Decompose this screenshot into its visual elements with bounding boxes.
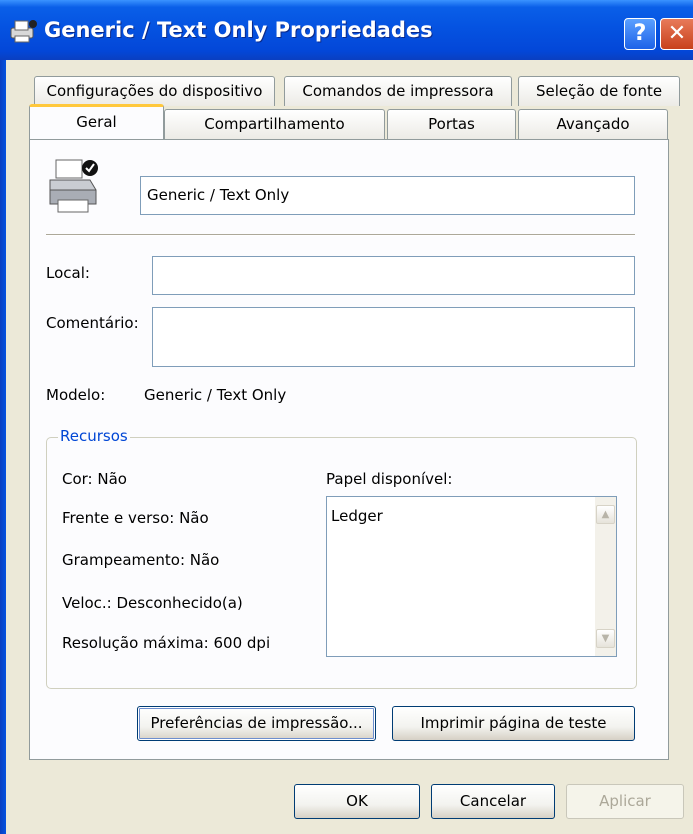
apply-button[interactable]: Aplicar: [566, 784, 684, 819]
separator: [46, 234, 635, 236]
print-test-page-button[interactable]: Imprimir página de teste: [392, 706, 635, 741]
properties-dialog: Generic / Text Only Propriedades ? ✕ Con…: [0, 0, 693, 834]
tab-general[interactable]: Geral: [29, 104, 164, 139]
paper-available-label: Papel disponível:: [326, 470, 453, 488]
tab-sharing[interactable]: Compartilhamento: [164, 109, 385, 139]
printer-icon: [10, 20, 37, 43]
speed-info: Veloc.: Desconhecido(a): [62, 594, 243, 612]
color-info: Cor: Não: [62, 470, 127, 488]
resources-group-title: Recursos: [58, 427, 130, 445]
model-label: Modelo:: [46, 386, 106, 404]
paper-listbox[interactable]: Ledger ▲ ▼: [326, 496, 617, 657]
local-label: Local:: [46, 264, 90, 282]
comment-input[interactable]: [152, 307, 635, 367]
title-bar[interactable]: Generic / Text Only Propriedades ? ✕: [0, 0, 693, 60]
local-input[interactable]: [152, 256, 635, 295]
scroll-up-icon[interactable]: ▲: [596, 505, 615, 524]
model-value: Generic / Text Only: [144, 386, 287, 404]
paper-list-item[interactable]: Ledger: [331, 507, 383, 525]
window-title: Generic / Text Only Propriedades: [44, 18, 433, 42]
close-button[interactable]: ✕: [660, 18, 693, 50]
printer-large-icon: [49, 159, 98, 213]
tab-advanced[interactable]: Avançado: [518, 109, 668, 139]
paper-list-scrollbar[interactable]: ▲ ▼: [595, 497, 616, 656]
duplex-info: Frente e verso: Não: [62, 509, 209, 527]
comment-label: Comentário:: [46, 314, 139, 332]
ok-button[interactable]: OK: [294, 784, 420, 819]
scroll-down-icon[interactable]: ▼: [596, 629, 615, 648]
tab-device-settings[interactable]: Configurações do dispositivo: [34, 76, 275, 106]
tab-font-selection[interactable]: Seleção de fonte: [518, 76, 680, 106]
staple-info: Grampeamento: Não: [62, 551, 220, 569]
cancel-button[interactable]: Cancelar: [431, 784, 555, 819]
window-frame-left: [0, 60, 6, 834]
resolution-info: Resolução máxima: 600 dpi: [62, 634, 271, 652]
printer-name-input[interactable]: Generic / Text Only: [140, 176, 635, 215]
tab-ports[interactable]: Portas: [387, 109, 516, 139]
print-preferences-button[interactable]: Preferências de impressão...: [137, 706, 376, 741]
tab-printer-commands[interactable]: Comandos de impressora: [284, 76, 512, 106]
help-button[interactable]: ?: [624, 18, 656, 50]
